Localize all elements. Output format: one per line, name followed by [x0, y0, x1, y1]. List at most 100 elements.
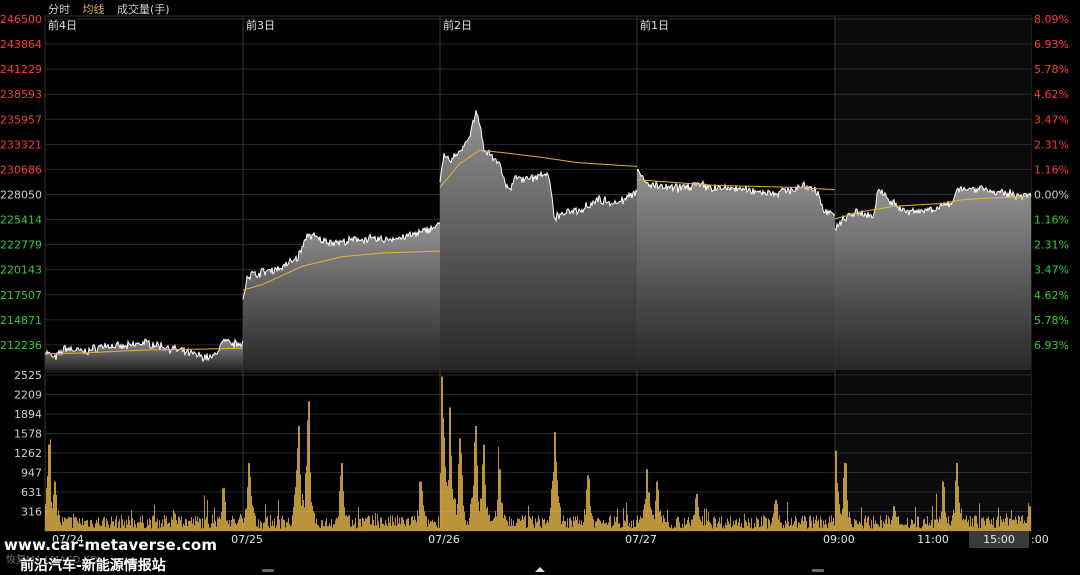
volume-bar: [375, 512, 376, 531]
volume-bar: [431, 521, 432, 531]
volume-bar: [683, 527, 684, 531]
volume-bar: [829, 516, 830, 531]
volume-bar: [935, 519, 936, 531]
volume-bar: [93, 526, 94, 531]
chart-canvas[interactable]: 246500 243864 241229 238593 235957 233321 2306…: [0, 0, 1080, 575]
volume-bar: [377, 513, 378, 531]
volume-bar: [287, 522, 288, 531]
volume-bar: [134, 520, 135, 531]
volume-bar: [797, 527, 798, 531]
intraday-chart[interactable]: 246500 243864 241229 238593 235957 233321 2306…: [0, 0, 1080, 575]
volume-bar: [925, 523, 926, 531]
volume-bar: [905, 524, 906, 531]
volume-bar: [574, 520, 575, 531]
volume-bar: [221, 511, 222, 531]
volume-bar: [965, 518, 966, 531]
volume-bar: [517, 518, 518, 531]
volume-bar: [680, 527, 681, 531]
volume-bar: [181, 516, 182, 531]
legend-volume-tab[interactable]: 成交量(手): [117, 3, 170, 16]
volume-bar: [85, 520, 86, 531]
volume-bar: [169, 522, 170, 531]
volume-bar: [147, 519, 148, 531]
volume-bar: [502, 503, 503, 531]
volume-bar: [160, 527, 161, 531]
volume-bar: [469, 517, 470, 531]
volume-bar: [579, 519, 580, 531]
volume-bar: [755, 526, 756, 531]
volume-bar: [778, 519, 779, 531]
legend-avg-tab[interactable]: 均线: [83, 3, 105, 16]
volume-bar: [803, 521, 804, 531]
volume-bar: [610, 515, 611, 531]
volume-bar: [766, 517, 767, 531]
volume-bar: [754, 522, 755, 531]
volume-bar: [223, 487, 224, 531]
volume-bar: [812, 527, 813, 531]
expand-up-icon[interactable]: [535, 567, 545, 572]
volume-bar: [510, 526, 511, 531]
volume-bar: [167, 523, 168, 531]
volume-bar: [348, 515, 349, 531]
date-label: 07/25: [231, 533, 263, 546]
volume-bar: [68, 516, 69, 531]
volume-bar: [559, 502, 560, 531]
volume-bar: [627, 514, 628, 531]
volume-bar: [61, 525, 62, 531]
volume-bar: [584, 508, 585, 531]
price-area-day-4: [637, 169, 835, 370]
volume-bar: [894, 506, 895, 531]
volume-bar: [182, 526, 183, 531]
volume-bar: [168, 522, 169, 531]
volume-bar: [335, 520, 336, 531]
volume-bar: [596, 521, 597, 531]
volume-bar: [875, 520, 876, 531]
volume-bar: [841, 514, 842, 531]
volume-bar: [544, 518, 545, 531]
volume-bar: [1006, 513, 1007, 531]
volume-bar: [73, 513, 74, 531]
volume-bar: [416, 522, 417, 531]
volume-bar: [531, 519, 532, 531]
volume-bar: [422, 490, 423, 531]
volume-bar: [1030, 506, 1031, 531]
volume-bar: [317, 524, 318, 531]
volume-bar: [952, 515, 953, 531]
volume-bar: [880, 515, 881, 531]
volume-bar: [379, 528, 380, 531]
volume-bar: [949, 524, 950, 531]
volume-bar: [833, 517, 834, 531]
volume-bar: [936, 493, 937, 531]
volume-bar: [904, 524, 905, 531]
volume-bar: [232, 516, 233, 531]
volume-bar: [572, 526, 573, 531]
volume-bar: [90, 519, 91, 531]
volume-bar: [1011, 510, 1012, 531]
volume-bar: [689, 522, 690, 531]
legend-fenshi-tab[interactable]: 分时: [48, 3, 70, 16]
bottom-scrollbar[interactable]: [0, 566, 1080, 575]
volume-bar: [561, 524, 562, 531]
price-tick-label: 220143: [0, 264, 42, 277]
volume-bar: [737, 525, 738, 531]
scroll-handle-right[interactable]: [812, 569, 824, 572]
volume-bar: [142, 515, 143, 531]
volume-bar: [850, 518, 851, 531]
volume-bar: [533, 524, 534, 531]
volume-bar: [604, 523, 605, 531]
volume-bar: [64, 517, 65, 531]
volume-bar: [939, 516, 940, 531]
volume-bar: [948, 516, 949, 531]
volume-bar: [88, 526, 89, 531]
volume-bar: [866, 522, 867, 531]
volume-bar: [497, 499, 498, 531]
volume-bar: [956, 463, 957, 531]
scroll-handle-left[interactable]: [262, 569, 274, 572]
volume-bar: [557, 480, 558, 531]
volume-bar: [114, 526, 115, 531]
volume-bar: [339, 491, 340, 531]
volume-bar: [77, 520, 78, 531]
volume-bar: [967, 522, 968, 531]
volume-bar: [362, 517, 363, 531]
volume-bar: [414, 515, 415, 531]
